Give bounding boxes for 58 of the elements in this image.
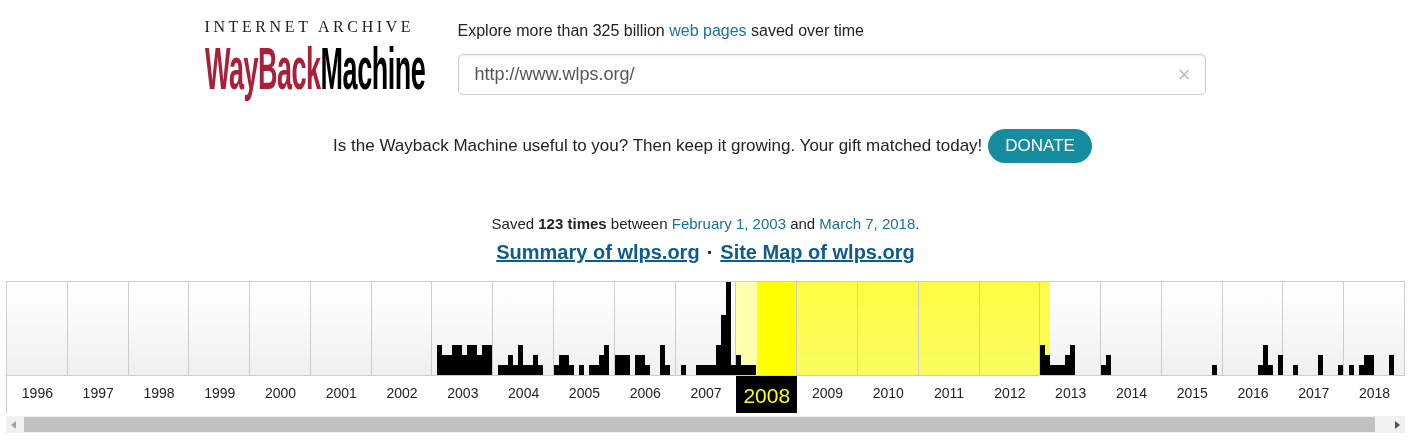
year-column[interactable]	[736, 282, 798, 376]
year-column[interactable]	[1222, 282, 1284, 376]
year-column[interactable]	[1344, 282, 1405, 376]
year-label[interactable]: 2002	[386, 376, 418, 413]
year-label[interactable]: 1999	[204, 376, 236, 413]
year-label[interactable]: 1997	[82, 376, 114, 413]
year-label[interactable]: 2015	[1176, 376, 1208, 413]
capture-bars-drawing	[614, 345, 670, 375]
year-label[interactable]: 2007	[690, 376, 722, 413]
capture-bars-drawing	[1101, 355, 1112, 375]
year-column[interactable]	[1283, 282, 1345, 376]
year-label[interactable]: 2013	[1055, 376, 1087, 413]
year-column[interactable]	[554, 282, 615, 376]
capture-bars-drawing	[1349, 355, 1395, 375]
web-pages-link[interactable]: web pages	[669, 22, 747, 39]
capture-bars-drawing	[498, 345, 544, 375]
year-label[interactable]: 1996	[21, 376, 53, 413]
capture-bars-drawing	[1293, 355, 1344, 375]
year-label[interactable]: 2018	[1359, 376, 1391, 413]
year-column[interactable]	[1040, 282, 1102, 376]
wayback-machine-logo[interactable]: INTERNET ARCHIVE WayBackMachine	[204, 18, 437, 104]
year-label[interactable]: 1998	[143, 376, 175, 413]
logo-top-text: INTERNET ARCHIVE	[204, 18, 415, 36]
capture-bars-drawing	[1211, 365, 1217, 375]
scroll-left-icon[interactable]	[11, 420, 16, 429]
donate-button[interactable]: DONATE	[988, 129, 1092, 163]
year-label[interactable]: 2008	[736, 376, 798, 413]
summary-link[interactable]: Summary of wlps.org	[496, 241, 700, 264]
capture-bars-drawing	[437, 345, 493, 375]
year-label[interactable]: 2004	[508, 376, 540, 413]
year-column[interactable]	[1101, 282, 1162, 376]
year-column[interactable]	[614, 282, 676, 376]
scroll-right-icon[interactable]	[1395, 420, 1400, 429]
year-label[interactable]: 2006	[629, 376, 661, 413]
logo-machine-text: Machine	[320, 38, 425, 98]
year-label[interactable]: 2001	[325, 376, 357, 413]
year-label[interactable]: 2010	[872, 376, 904, 413]
year-label[interactable]: 2011	[934, 376, 965, 413]
saved-summary: Saved 123 times between February 1, 2003 and March 7, 2018.	[491, 215, 920, 233]
capture-bars-drawing	[1257, 345, 1283, 375]
year-label[interactable]: 2012	[994, 376, 1026, 413]
first-capture-link[interactable]: February 1, 2003	[671, 215, 786, 232]
site-map-link[interactable]: Site Map of wlps.org	[720, 241, 915, 264]
year-label[interactable]: 2005	[568, 376, 600, 413]
year-column[interactable]	[432, 282, 494, 376]
capture-bars-drawing	[554, 345, 610, 375]
year-label[interactable]: 2000	[264, 376, 297, 413]
year-label[interactable]: 2003	[447, 376, 479, 413]
capture-bars-drawing	[1040, 345, 1076, 375]
donate-message: Is the Wayback Machine useful to you? Then keep it growing. Your gift matched today!	[333, 136, 983, 156]
year-label[interactable]: 2016	[1237, 376, 1269, 413]
url-search-field[interactable]: http://www.wlps.org/ ×	[457, 54, 1206, 95]
tagline: Explore more than 325 billion web pages saved over time	[457, 21, 865, 41]
year-column[interactable]	[493, 282, 555, 376]
year-label[interactable]: 2009	[811, 376, 844, 413]
year-label[interactable]: 2017	[1298, 376, 1330, 413]
separator-dot: ·	[706, 241, 714, 264]
year-label[interactable]: 2014	[1115, 376, 1148, 413]
